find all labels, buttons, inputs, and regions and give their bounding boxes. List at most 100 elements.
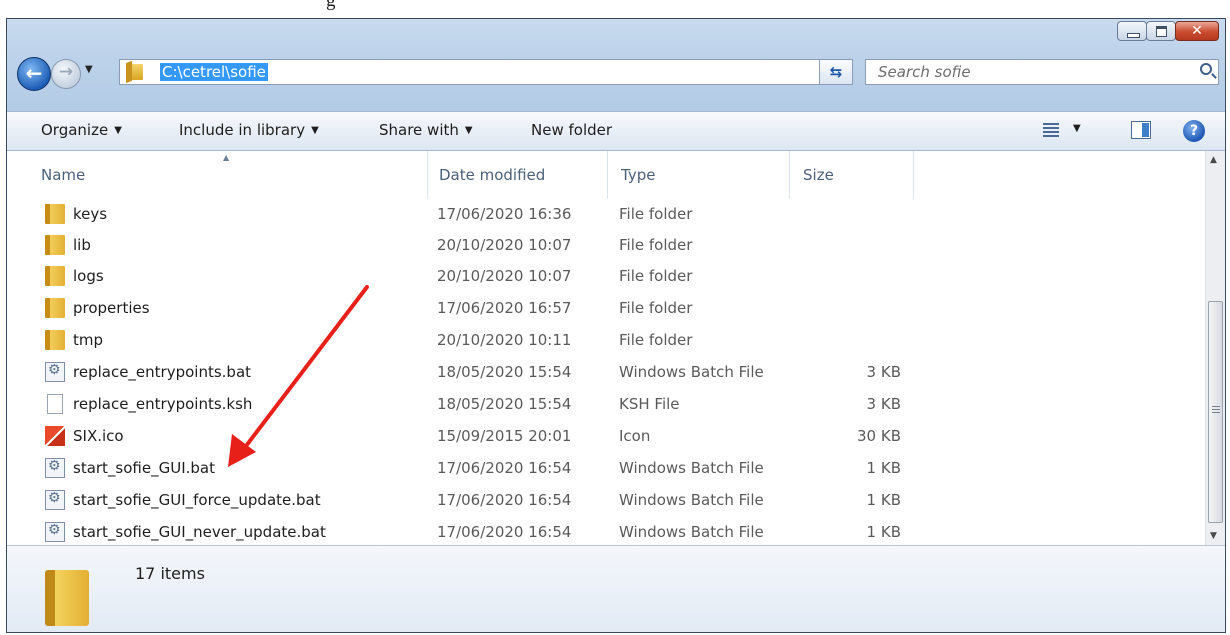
file-size: 3 KB — [866, 363, 901, 381]
file-date: 17/06/2020 16:54 — [437, 491, 572, 509]
close-icon: ✕ — [1191, 23, 1203, 39]
list-item[interactable]: start_sofie_GUI.bat 17/06/2020 16:54 Win… — [7, 453, 1205, 483]
include-in-library-label: Include in library — [179, 121, 306, 139]
list-item[interactable]: start_sofie_GUI_force_update.bat 17/06/2… — [7, 485, 1205, 515]
include-in-library-button[interactable]: Include in library ▼ — [179, 121, 319, 139]
file-name: lib — [73, 236, 91, 254]
chevron-down-icon: ▼ — [464, 125, 473, 136]
file-type: File folder — [619, 267, 693, 285]
view-options-dropdown-icon[interactable]: ▼ — [1073, 123, 1081, 134]
column-header-size[interactable]: Size — [803, 166, 834, 184]
list-item[interactable]: tmp 20/10/2020 10:11 File folder — [7, 325, 1205, 355]
forward-button[interactable] — [51, 59, 81, 89]
file-date: 17/06/2020 16:54 — [437, 523, 572, 541]
column-divider[interactable] — [789, 151, 790, 199]
file-name: properties — [73, 299, 150, 317]
ico-file-icon — [45, 426, 65, 446]
list-item[interactable]: keys 17/06/2020 16:36 File folder — [7, 199, 1205, 229]
file-name: start_sofie_GUI_force_update.bat — [73, 491, 321, 509]
column-divider[interactable] — [427, 151, 428, 199]
recent-pages-dropdown-icon[interactable]: ▼ — [85, 64, 93, 75]
column-divider[interactable] — [607, 151, 608, 199]
file-name: start_sofie_GUI.bat — [73, 459, 215, 477]
sort-ascending-icon: ▲ — [223, 153, 230, 162]
file-name: start_sofie_GUI_never_update.bat — [73, 523, 326, 541]
organize-button[interactable]: Organize ▼ — [41, 121, 122, 139]
file-type: KSH File — [619, 395, 680, 413]
scroll-down-icon[interactable]: ▼ — [1210, 531, 1217, 541]
scrollbar-thumb[interactable] — [1208, 301, 1223, 523]
vertical-scrollbar[interactable]: ▲ ▼ — [1205, 151, 1225, 545]
folder-icon — [45, 235, 65, 255]
minimize-button[interactable] — [1117, 21, 1147, 41]
address-bar[interactable]: C:\cetrel\sofie ▼ — [119, 59, 842, 85]
chevron-down-icon: ▼ — [114, 125, 122, 136]
column-header-name[interactable]: Name — [41, 166, 85, 184]
address-path-text[interactable]: C:\cetrel\sofie — [160, 63, 268, 81]
column-divider[interactable] — [913, 151, 914, 199]
list-item[interactable]: replace_entrypoints.ksh 18/05/2020 15:54… — [7, 389, 1205, 419]
maximize-button[interactable] — [1146, 21, 1176, 41]
share-with-label: Share with — [379, 121, 459, 139]
file-name: SIX.ico — [73, 427, 124, 445]
list-item[interactable]: start_sofie_GUI_never_update.bat 17/06/2… — [7, 517, 1205, 545]
file-date: 20/10/2020 10:07 — [437, 267, 572, 285]
change-view-icon[interactable] — [1043, 123, 1059, 137]
column-header-date-modified[interactable]: Date modified — [439, 166, 545, 184]
document-caption-fragment: g — [0, 0, 1230, 18]
blank-file-icon — [47, 394, 63, 414]
explorer-window: ✕ ▼ C:\cetrel\sofie ▼ ⇆ Search sofie Org… — [6, 18, 1226, 633]
file-name: replace_entrypoints.ksh — [73, 395, 253, 413]
file-list: ▲ Name Date modified Type Size keys 17/0… — [7, 151, 1205, 545]
folder-icon — [45, 298, 65, 318]
window-controls: ✕ — [1117, 21, 1219, 41]
file-size: 1 KB — [866, 523, 901, 541]
file-size: 1 KB — [866, 459, 901, 477]
file-size: 30 KB — [857, 427, 901, 445]
batch-file-icon — [45, 522, 65, 542]
file-type: Icon — [619, 427, 651, 445]
folder-icon — [128, 64, 143, 80]
new-folder-button[interactable]: New folder — [531, 121, 612, 139]
list-item[interactable]: logs 20/10/2020 10:07 File folder — [7, 261, 1205, 291]
file-date: 17/06/2020 16:54 — [437, 459, 572, 477]
scroll-up-icon[interactable]: ▲ — [1210, 155, 1217, 165]
list-item[interactable]: SIX.ico 15/09/2015 20:01 Icon 30 KB — [7, 421, 1205, 451]
refresh-button[interactable]: ⇆ — [819, 59, 853, 85]
batch-file-icon — [45, 458, 65, 478]
file-date: 20/10/2020 10:07 — [437, 236, 572, 254]
file-date: 18/05/2020 15:54 — [437, 395, 572, 413]
file-date: 17/06/2020 16:57 — [437, 299, 572, 317]
file-type: Windows Batch File — [619, 491, 764, 509]
list-item[interactable]: lib 20/10/2020 10:07 File folder — [7, 230, 1205, 260]
close-button[interactable]: ✕ — [1175, 21, 1219, 41]
title-and-address-bar: ✕ ▼ C:\cetrel\sofie ▼ ⇆ Search sofie — [7, 19, 1225, 111]
search-icon[interactable] — [1200, 63, 1212, 75]
search-input[interactable]: Search sofie — [865, 59, 1219, 85]
file-name: keys — [73, 205, 108, 223]
help-icon[interactable]: ? — [1183, 120, 1205, 142]
back-button[interactable] — [17, 57, 51, 91]
preview-pane-icon[interactable] — [1131, 121, 1151, 139]
folder-icon — [45, 330, 65, 350]
file-name: tmp — [73, 331, 104, 349]
column-header-type[interactable]: Type — [621, 166, 655, 184]
share-with-button[interactable]: Share with ▼ — [379, 121, 473, 139]
file-date: 18/05/2020 15:54 — [437, 363, 572, 381]
list-item[interactable]: replace_entrypoints.bat 18/05/2020 15:54… — [7, 357, 1205, 387]
new-folder-label: New folder — [531, 121, 613, 139]
file-date: 17/06/2020 16:36 — [437, 205, 572, 223]
command-toolbar: Organize ▼ Include in library ▼ Share with… — [7, 111, 1225, 151]
file-date: 15/09/2015 20:01 — [437, 427, 572, 445]
chevron-down-icon: ▼ — [311, 125, 319, 136]
file-type: Windows Batch File — [619, 459, 764, 477]
list-item[interactable]: properties 17/06/2020 16:57 File folder — [7, 293, 1205, 323]
file-type: File folder — [619, 299, 693, 317]
file-type: Windows Batch File — [619, 363, 764, 381]
file-date: 20/10/2020 10:11 — [437, 331, 572, 349]
folder-icon — [45, 204, 65, 224]
details-pane: 17 items — [7, 545, 1225, 632]
file-type: File folder — [619, 236, 693, 254]
organize-label: Organize — [41, 121, 109, 139]
file-size: 3 KB — [866, 395, 901, 413]
